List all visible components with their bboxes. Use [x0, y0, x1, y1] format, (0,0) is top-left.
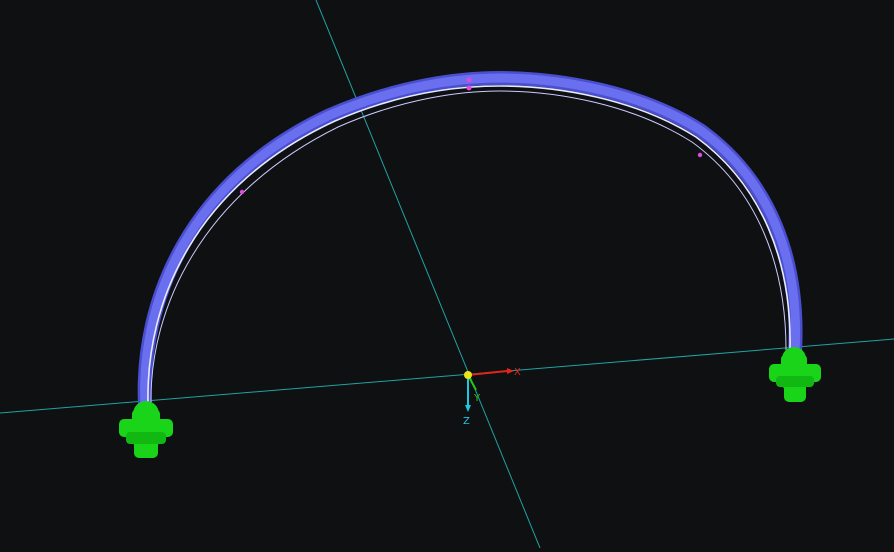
grid-line-horizontal — [0, 338, 894, 414]
x-axis-arrow — [467, 370, 508, 376]
3d-viewport[interactable]: X Y Z — [0, 0, 894, 549]
arch-member[interactable] — [137, 70, 803, 412]
x-axis-label: X — [514, 367, 521, 378]
x-axis-arrowhead — [507, 368, 514, 374]
node-marker-crown[interactable] — [466, 85, 472, 91]
z-axis-label: Z — [463, 416, 470, 427]
z-axis-arrowhead — [465, 405, 471, 412]
node-marker-left-mid[interactable] — [239, 189, 245, 195]
support-right[interactable] — [769, 347, 821, 402]
axis-triad: X Y Z — [463, 367, 521, 427]
model-canvas[interactable]: X Y Z — [0, 0, 894, 549]
node-marker-crown-top[interactable] — [466, 77, 472, 83]
y-axis-label: Y — [473, 393, 481, 404]
node-marker-right-mid[interactable] — [697, 152, 703, 158]
origin-marker — [464, 371, 472, 379]
support-left[interactable] — [119, 401, 173, 458]
